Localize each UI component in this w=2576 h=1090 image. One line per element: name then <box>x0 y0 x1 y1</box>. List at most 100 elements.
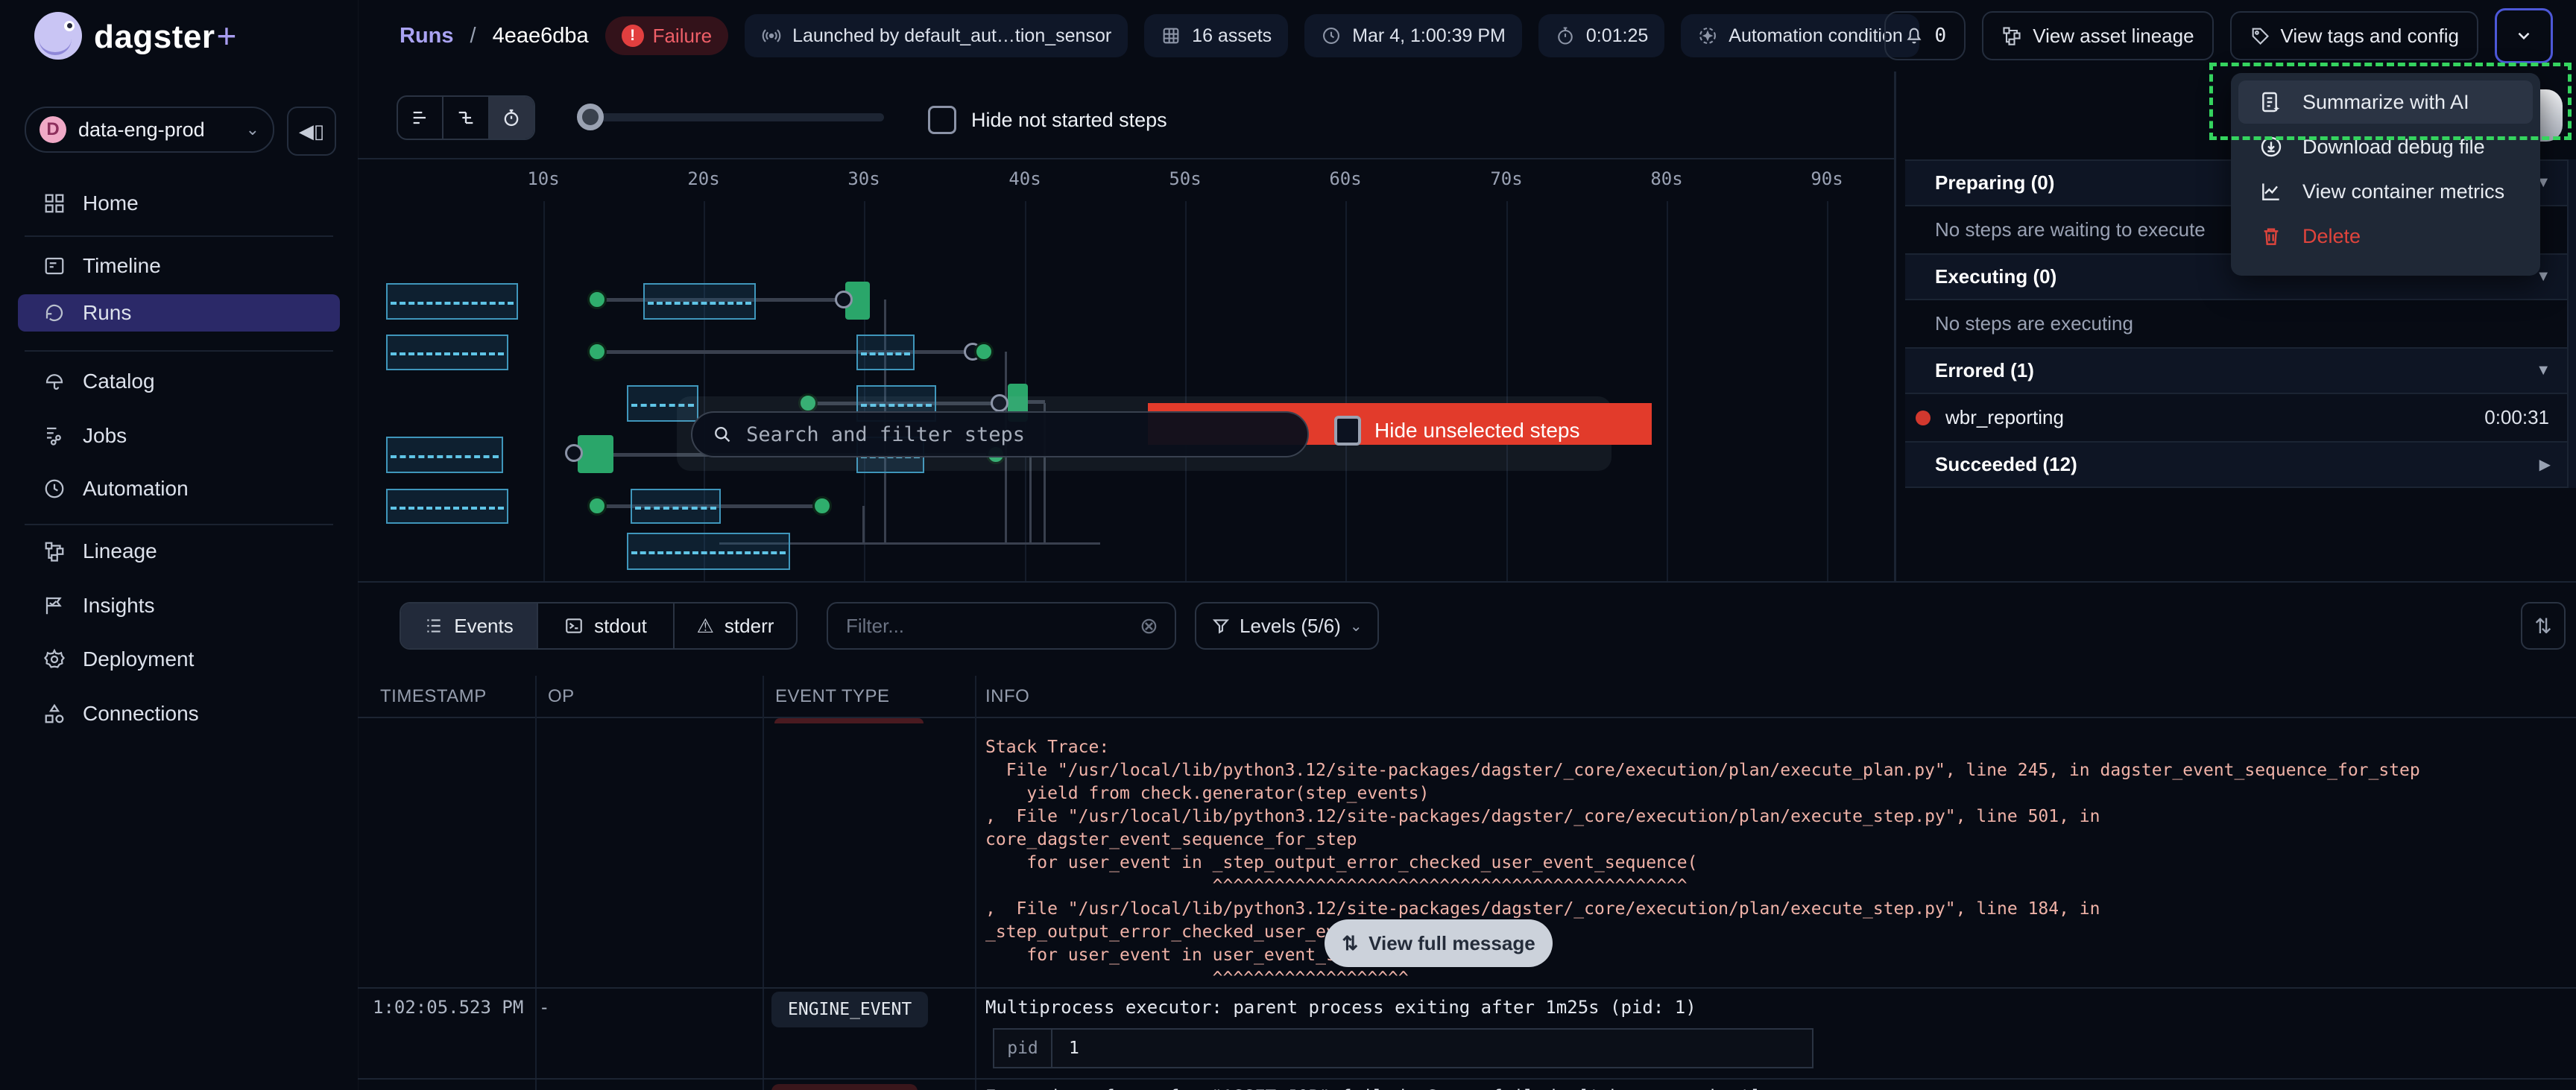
view-full-message-button[interactable]: ⇅ View full message <box>1325 919 1553 967</box>
sidebar-item-insights[interactable]: Insights <box>18 587 340 624</box>
view-asset-lineage-button[interactable]: View asset lineage <box>1982 11 2213 60</box>
sidebar-item-runs[interactable]: Runs <box>18 294 340 332</box>
col-op: OP <box>548 686 575 707</box>
hide-not-started-control: Hide not started steps <box>928 106 1167 134</box>
section-errored[interactable]: Errored (1) ▼ <box>1905 347 2576 394</box>
col-event-type: EVENT TYPE <box>775 686 890 707</box>
view-tags-config-button[interactable]: View tags and config <box>2230 11 2478 60</box>
unfold-icon: ⇅ <box>1342 932 1358 955</box>
step-search-bar[interactable] <box>691 411 1309 457</box>
sidebar-item-lineage[interactable]: Lineage <box>18 533 340 570</box>
bell-icon <box>1904 25 1925 46</box>
insights-icon <box>42 594 66 618</box>
axis-tick-label: 90s <box>1811 168 1843 189</box>
gantt-start-dot <box>587 496 607 516</box>
asset-grid-icon <box>1161 25 1181 46</box>
brand-plus: + <box>216 16 236 55</box>
chevron-down-icon: ⌄ <box>1350 617 1363 636</box>
terminal-icon <box>564 616 584 636</box>
download-icon <box>2259 135 2283 159</box>
sidebar-item-connections[interactable]: Connections <box>18 695 340 732</box>
errored-step-row[interactable]: wbr_reporting 0:00:31 <box>1905 394 2576 441</box>
tab-stdout[interactable]: stdout <box>538 603 675 648</box>
menu-item-summarize-ai[interactable]: Summarize with AI <box>2238 80 2533 124</box>
gridline <box>1827 201 1828 581</box>
col-timestamp: TIMESTAMP <box>380 686 487 707</box>
timeline-icon <box>42 254 66 278</box>
expand-log-button[interactable]: ⇅ <box>2521 602 2566 650</box>
log-filter-input[interactable] <box>845 614 1131 639</box>
clock-icon <box>42 477 66 501</box>
topbar-actions: 0 View asset lineage View tags and confi… <box>1884 0 2553 72</box>
gantt-step-bar-pending[interactable] <box>386 489 508 524</box>
gantt-step-bar-pending[interactable] <box>856 335 915 370</box>
log-filter: ⊗ <box>827 602 1176 650</box>
menu-item-delete[interactable]: Delete <box>2238 215 2533 258</box>
sidebar-item-home[interactable]: Home <box>18 185 340 222</box>
sidebar-divider <box>25 235 333 237</box>
log-section: Events stdout ⚠ stderr ⊗ Levels (5/6) ⌄ … <box>358 581 2576 1090</box>
menu-item-container-metrics[interactable]: View container metrics <box>2238 170 2533 213</box>
row-op: - <box>539 997 549 1018</box>
gantt-step-bar-pending[interactable] <box>643 283 756 320</box>
log-tabs: Events stdout ⚠ stderr <box>400 602 798 650</box>
timed-view-button[interactable] <box>490 97 534 139</box>
gantt-step-bar-pending[interactable] <box>631 489 721 524</box>
connections-icon <box>42 702 66 726</box>
gantt-section: Hide not started steps 10s20s30s40s50s60… <box>358 72 1894 581</box>
run-actions-dropdown-button[interactable] <box>2495 8 2553 63</box>
flat-view-button[interactable] <box>398 97 443 139</box>
breadcrumb-runs-link[interactable]: Runs <box>400 24 454 48</box>
stack-trace-text: Stack Trace: File "/usr/local/lib/python… <box>985 736 2420 990</box>
gridline <box>1185 201 1187 581</box>
event-type-badge: ENGINE_EVENT <box>771 992 928 1027</box>
gantt-dependency-line <box>597 350 973 354</box>
section-succeeded[interactable]: Succeeded (12) ▶ <box>1905 441 2576 488</box>
start-time-chip: Mar 4, 1:00:39 PM <box>1304 14 1522 57</box>
gantt-step-bar-pending[interactable] <box>386 283 518 320</box>
chevron-down-icon <box>2514 26 2534 45</box>
sidebar-item-jobs[interactable]: Jobs <box>18 417 340 454</box>
dagster-logo[interactable]: dagster+ <box>34 12 236 60</box>
workspace-selector[interactable]: D data-eng-prod ⌄ <box>25 107 274 153</box>
gridline <box>1667 201 1668 581</box>
log-row-run-failure[interactable]: 1:02:05.596 PM - RUN_FAILURE Execution o… <box>358 1078 2576 1090</box>
gantt-step-bar-pending[interactable] <box>386 437 503 473</box>
axis-tick-label: 70s <box>1490 168 1522 189</box>
summarize-ai-icon <box>2259 90 2283 114</box>
slider-handle[interactable] <box>577 104 604 130</box>
event-list-icon <box>424 616 443 636</box>
hide-unselected-checkbox[interactable] <box>1334 416 1361 446</box>
hide-not-started-checkbox[interactable] <box>928 106 956 134</box>
tab-stderr[interactable]: ⚠ stderr <box>675 603 796 648</box>
sidebar-item-automation[interactable]: Automation <box>18 470 340 507</box>
gantt-time-axis: 10s20s30s40s50s60s70s80s90s <box>358 158 1894 203</box>
search-icon <box>712 423 733 446</box>
gantt-step-bar-succeeded[interactable] <box>578 435 613 473</box>
levels-dropdown[interactable]: Levels (5/6) ⌄ <box>1195 602 1379 650</box>
sidebar-item-catalog[interactable]: Catalog <box>18 363 340 400</box>
gantt-step-bar-pending[interactable] <box>627 533 790 570</box>
menu-item-download-debug[interactable]: Download debug file <box>2238 125 2533 168</box>
axis-tick-label: 80s <box>1650 168 1682 189</box>
tab-events[interactable]: Events <box>401 603 538 648</box>
gantt-zoom-slider[interactable] <box>580 113 884 121</box>
sidebar-item-deployment[interactable]: Deployment <box>18 641 340 678</box>
gantt-step-bar-pending[interactable] <box>386 335 508 370</box>
funnel-icon <box>1211 616 1231 636</box>
gantt-start-dot <box>587 290 607 309</box>
waterfall-view-button[interactable] <box>443 97 489 139</box>
launched-by-chip[interactable]: Launched by default_aut…tion_sensor <box>745 14 1128 57</box>
axis-tick-label: 40s <box>1008 168 1041 189</box>
notifications-button[interactable]: 0 <box>1884 11 1966 60</box>
sidebar-collapse-button[interactable]: ◀▯ <box>287 107 336 156</box>
trash-icon <box>2259 224 2283 248</box>
meta-key: pid <box>994 1030 1052 1067</box>
gantt-chart[interactable]: Hide unselected steps <box>358 201 1894 581</box>
clear-filter-icon[interactable]: ⊗ <box>1140 613 1158 639</box>
assets-count-chip[interactable]: 16 assets <box>1144 14 1288 57</box>
sidebar-item-timeline[interactable]: Timeline <box>18 247 340 285</box>
step-search-input[interactable] <box>745 422 1288 447</box>
caret-right-icon: ▶ <box>2539 455 2551 474</box>
sidebar-divider <box>25 350 333 352</box>
